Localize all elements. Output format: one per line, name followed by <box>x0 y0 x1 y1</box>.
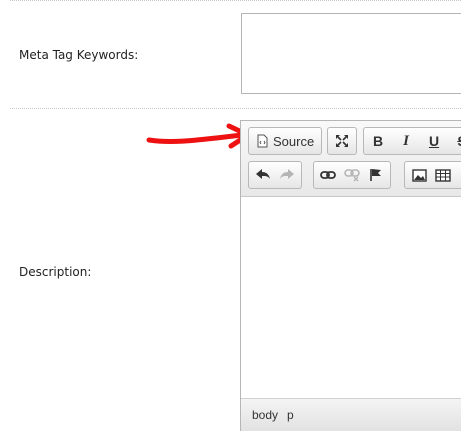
toolbar-group-tools <box>327 127 357 155</box>
meta-keywords-label: Meta Tag Keywords: <box>19 48 139 62</box>
row-divider-middle <box>10 108 461 109</box>
link-button[interactable] <box>317 164 339 186</box>
source-button-label: Source <box>273 133 315 149</box>
editor-content-area[interactable] <box>241 197 461 398</box>
redo-icon <box>280 169 294 179</box>
image-button[interactable] <box>408 164 430 186</box>
image-icon <box>411 168 427 182</box>
strike-button[interactable]: S <box>451 130 461 152</box>
undo-icon <box>256 169 270 179</box>
toolbar-group-document: Source <box>248 127 323 155</box>
toolbar-group-insert <box>404 161 461 189</box>
table-icon <box>435 168 451 182</box>
description-editor: Source B I U S <box>240 120 461 431</box>
product-form: Meta Tag Keywords: Description: Source B… <box>0 0 461 431</box>
path-item-p[interactable]: p <box>287 408 294 422</box>
bold-button[interactable]: B <box>367 130 389 152</box>
description-label: Description: <box>19 265 92 279</box>
toolbar-group-undo <box>248 161 302 189</box>
redo-button[interactable] <box>276 164 298 186</box>
italic-button[interactable]: I <box>395 130 417 152</box>
path-item-body[interactable]: body <box>252 408 278 422</box>
maximize-button[interactable] <box>331 130 353 152</box>
row-divider-top <box>10 0 461 1</box>
anchor-button[interactable] <box>365 164 387 186</box>
source-icon <box>257 134 268 148</box>
table-button[interactable] <box>432 164 454 186</box>
unlink-button[interactable] <box>341 164 363 186</box>
red-arrow-annotation <box>146 123 251 149</box>
link-icon <box>320 171 336 179</box>
editor-element-path: body p <box>241 398 461 431</box>
toolbar-group-links <box>313 161 391 189</box>
unlink-icon <box>344 169 360 182</box>
flag-icon <box>370 169 381 181</box>
toolbar-group-basic-styles: B I U S <box>363 127 461 155</box>
editor-toolbar: Source B I U S <box>241 121 461 197</box>
source-button[interactable]: Source <box>252 130 318 152</box>
meta-keywords-input[interactable] <box>241 13 461 94</box>
underline-button[interactable]: U <box>423 130 445 152</box>
maximize-icon <box>336 135 348 147</box>
undo-button[interactable] <box>252 164 274 186</box>
